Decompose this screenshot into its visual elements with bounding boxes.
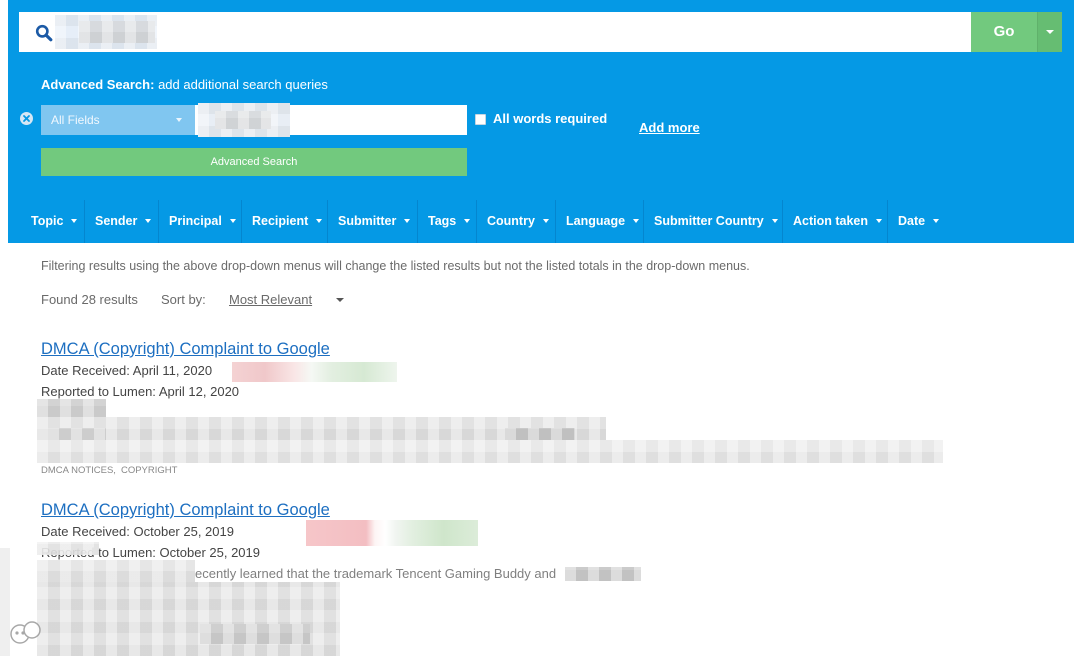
reported-date: Reported to Lumen: April 12, 2020 [41,384,239,400]
tag-link[interactable]: COPYRIGHT [121,465,177,476]
filter-label: Recipient [252,214,309,228]
filter-label: Date [898,214,926,228]
redaction-mosaic [37,440,943,463]
advanced-query-input[interactable] [195,103,467,137]
advanced-search-button[interactable]: Advanced Search [41,148,467,176]
filter-principal[interactable]: Principal [159,200,242,243]
reported-value: April 12, 2020 [158,384,240,399]
go-button[interactable]: Go [971,12,1037,52]
date-received: Date Received: April 11, 2020 [41,363,212,379]
caret-down-icon [876,218,883,223]
redaction-mosaic [48,428,106,440]
caret-down-icon [542,218,549,223]
all-words-checkbox[interactable] [475,114,486,125]
filter-action-taken[interactable]: Action taken [783,200,888,243]
caret-down-icon [316,218,323,223]
filter-label: Submitter Country [654,214,764,228]
filter-label: Tags [428,214,457,228]
filter-label: Topic [31,214,64,228]
result-snippet: ecently learned that the trademark Tence… [195,566,557,581]
sort-label: Sort by: [161,292,206,307]
reported-value: October 25, 2019 [159,545,260,560]
filter-label: Country [487,214,535,228]
caret-down-icon [464,218,471,223]
redaction-mosaic [200,624,310,644]
caret-down-icon [71,218,78,223]
redaction-mosaic [215,111,271,129]
caret-down-icon[interactable] [336,298,344,302]
caret-down-icon [771,218,778,223]
close-circle-icon[interactable] [20,112,33,125]
date-received-value: April 11, 2020 [132,363,213,378]
redaction-blur [306,520,478,546]
filter-label: Principal [169,214,222,228]
field-select[interactable]: All Fields [41,105,195,135]
advanced-search-heading-label: Advanced Search: [41,77,155,92]
add-more-link[interactable]: Add more [639,120,700,136]
filter-country[interactable]: Country [477,200,556,243]
redaction-mosaic [37,542,99,555]
redaction-mosaic [37,399,106,417]
caret-down-icon [145,218,152,223]
date-received-value: October 25, 2019 [133,524,234,539]
results-count: Found 28 results [41,292,138,307]
tag-link[interactable]: DMCA NOTICES, [41,465,116,476]
date-received-label: Date Received: [41,524,130,539]
result-tags: DMCA NOTICES, COPYRIGHT [41,465,182,477]
redaction-mosaic [565,567,641,581]
caret-down-icon [176,118,182,122]
caret-down-icon [404,218,411,223]
date-received: Date Received: October 25, 2019 [41,524,234,540]
search-options-toggle[interactable] [1037,12,1062,52]
all-words-label[interactable]: All words required [493,111,607,127]
filter-label: Submitter [338,214,397,228]
filter-label: Action taken [793,214,869,228]
sort-select[interactable]: Most Relevant [229,292,312,308]
filter-submitter-country[interactable]: Submitter Country [644,200,783,243]
search-icon [35,24,53,42]
filter-recipient[interactable]: Recipient [242,200,328,243]
filter-submitter[interactable]: Submitter [328,200,418,243]
date-received-label: Date Received: [41,363,130,378]
filter-date[interactable]: Date [888,200,950,243]
search-input[interactable] [19,12,971,52]
redaction-mosaic [505,428,575,440]
caret-down-icon [633,218,640,223]
caret-down-icon [1046,30,1054,34]
advanced-search-heading-text: add additional search queries [158,77,328,92]
caret-down-icon [229,218,236,223]
redaction-mosaic [37,560,195,582]
redaction-blur [232,362,397,382]
filter-label: Sender [95,214,138,228]
caret-down-icon [933,218,940,223]
redaction-mosaic [79,21,155,43]
filter-topic[interactable]: Topic [21,200,85,243]
lumen-search-page: Go Advanced Search: add additional searc… [0,0,1080,656]
watermark-logo [6,618,48,648]
filter-tags[interactable]: Tags [418,200,477,243]
filter-label: Language [566,214,626,228]
field-select-value: All Fields [51,113,100,127]
reported-label: Reported to Lumen: [41,384,156,399]
redaction-mosaic [37,582,340,656]
facet-filter-bar: Topic Sender Principal Recipient Submitt… [8,200,1074,243]
filter-language[interactable]: Language [556,200,644,243]
filter-notice: Filtering results using the above drop-d… [41,259,750,273]
result-title-link[interactable]: DMCA (Copyright) Complaint to Google [41,500,330,520]
result-title-link[interactable]: DMCA (Copyright) Complaint to Google [41,339,330,359]
advanced-search-heading: Advanced Search: add additional search q… [41,77,328,93]
filter-sender[interactable]: Sender [85,200,159,243]
